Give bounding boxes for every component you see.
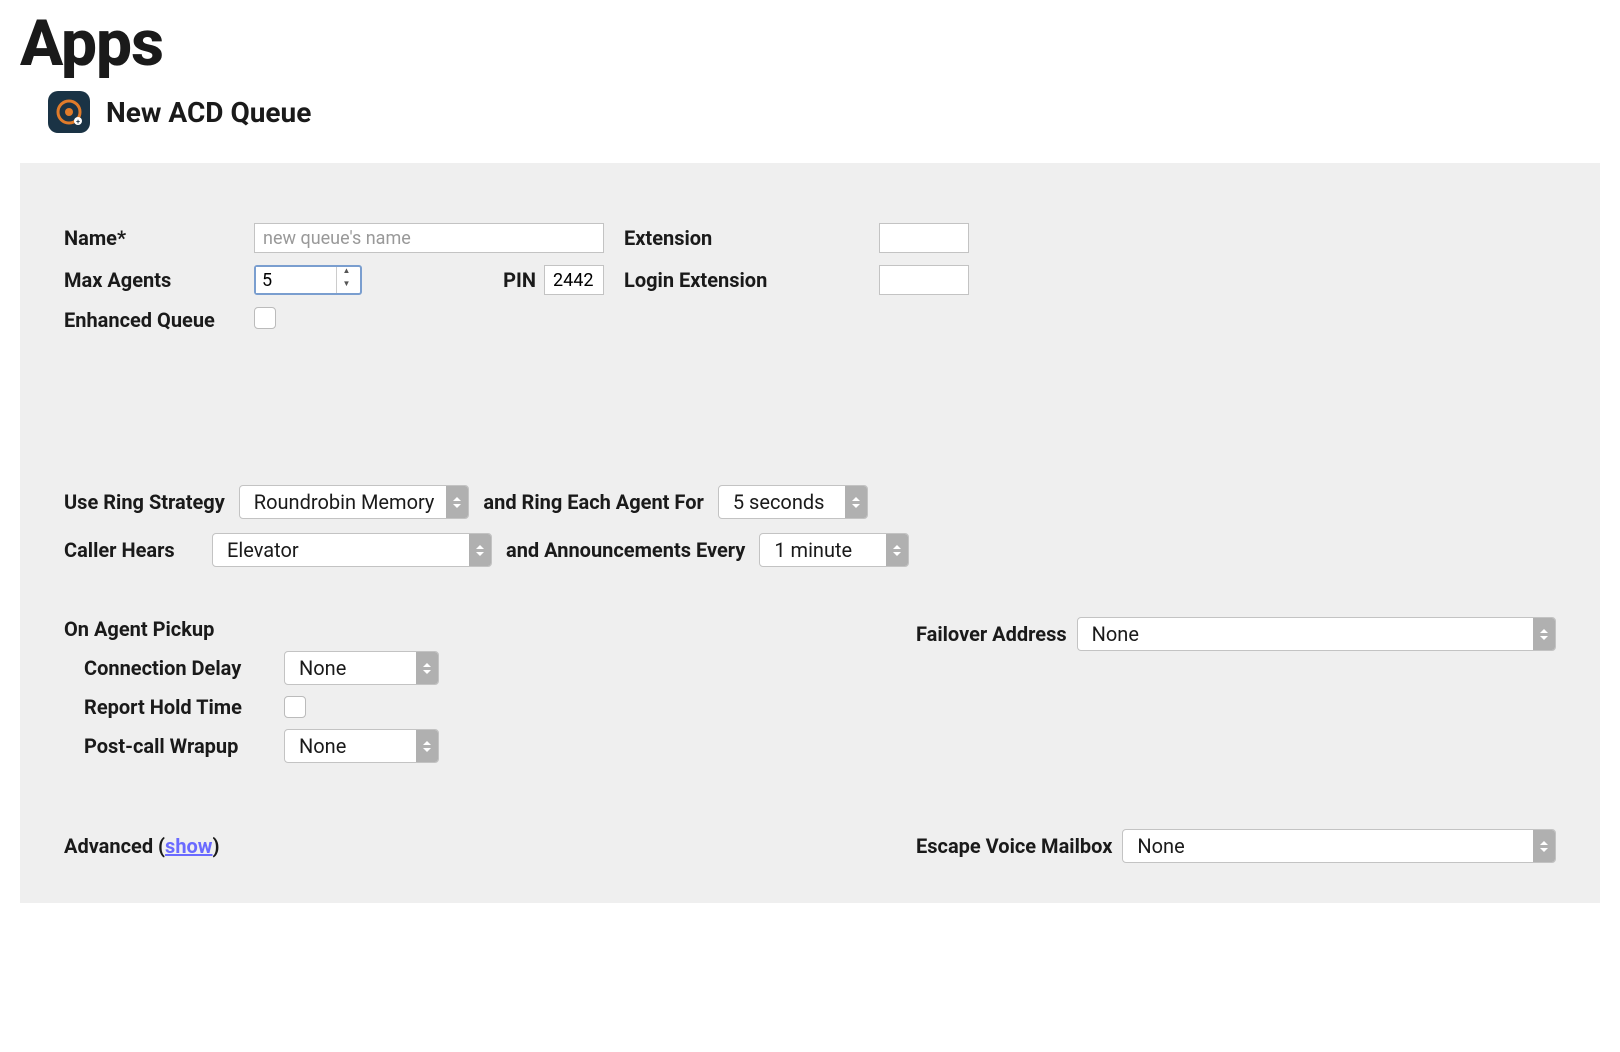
updown-icon [469,534,491,566]
pin-input[interactable] [544,265,604,295]
escape-voice-mailbox-select[interactable]: None [1122,829,1556,863]
ring-each-label: and Ring Each Agent For [483,490,703,514]
form-panel: Name* Extension Max Agents ▲ ▼ [20,163,1600,903]
enhanced-queue-checkbox[interactable] [254,307,276,329]
advanced-label: Advanced (show) [64,834,220,858]
max-agents-stepper[interactable]: ▲ ▼ [254,265,362,295]
advanced-suffix: ) [213,834,220,858]
enhanced-queue-label: Enhanced Queue [64,308,254,332]
use-ring-strategy-label: Use Ring Strategy [64,490,225,514]
updown-icon [886,534,908,566]
connection-delay-value: None [285,656,380,680]
connection-delay-label: Connection Delay [84,656,284,680]
announcements-label: and Announcements Every [506,538,745,562]
ring-each-value: 5 seconds [719,490,859,514]
caller-hears-select[interactable]: Elevator [212,533,492,567]
updown-icon [845,486,867,518]
updown-icon [416,730,438,762]
connection-delay-select[interactable]: None [284,651,439,685]
name-label: Name* [64,226,254,250]
acd-queue-icon: + [48,91,90,133]
advanced-prefix: Advanced ( [64,834,165,858]
updown-icon [1533,618,1555,650]
page-title: Apps [20,0,1600,91]
name-input[interactable] [254,223,604,253]
extension-input[interactable] [879,223,969,253]
report-hold-time-label: Report Hold Time [84,695,284,719]
announcements-select[interactable]: 1 minute [759,533,909,567]
subheader: + New ACD Queue [20,91,1600,133]
failover-address-value: None [1078,622,1173,646]
updown-icon [446,486,468,518]
caller-hears-value: Elevator [213,538,333,562]
post-call-wrapup-value: None [285,734,380,758]
escape-voice-mailbox-value: None [1123,834,1218,858]
max-agents-label: Max Agents [64,268,254,292]
ring-strategy-select[interactable]: Roundrobin Memory [239,485,470,519]
svg-text:+: + [76,118,80,126]
post-call-wrapup-select[interactable]: None [284,729,439,763]
failover-address-label: Failover Address [916,622,1067,646]
failover-address-select[interactable]: None [1077,617,1556,651]
escape-voice-mailbox-label: Escape Voice Mailbox [916,834,1112,858]
page-subtitle: New ACD Queue [106,96,311,129]
ring-strategy-value: Roundrobin Memory [240,490,469,514]
max-agents-input[interactable] [256,267,336,293]
ring-each-select[interactable]: 5 seconds [718,485,868,519]
updown-icon [1533,830,1555,862]
advanced-show-link[interactable]: show [165,834,212,858]
caller-hears-label: Caller Hears [64,538,198,562]
login-extension-input[interactable] [879,265,969,295]
pin-label: PIN [503,268,544,292]
post-call-wrapup-label: Post-call Wrapup [84,734,284,758]
announcements-value: 1 minute [760,538,886,562]
updown-icon [416,652,438,684]
on-agent-pickup-heading: On Agent Pickup [64,617,916,641]
login-extension-label: Login Extension [604,268,879,292]
stepper-down-icon[interactable]: ▼ [337,280,356,293]
report-hold-time-checkbox[interactable] [284,696,306,718]
extension-label: Extension [604,226,879,250]
